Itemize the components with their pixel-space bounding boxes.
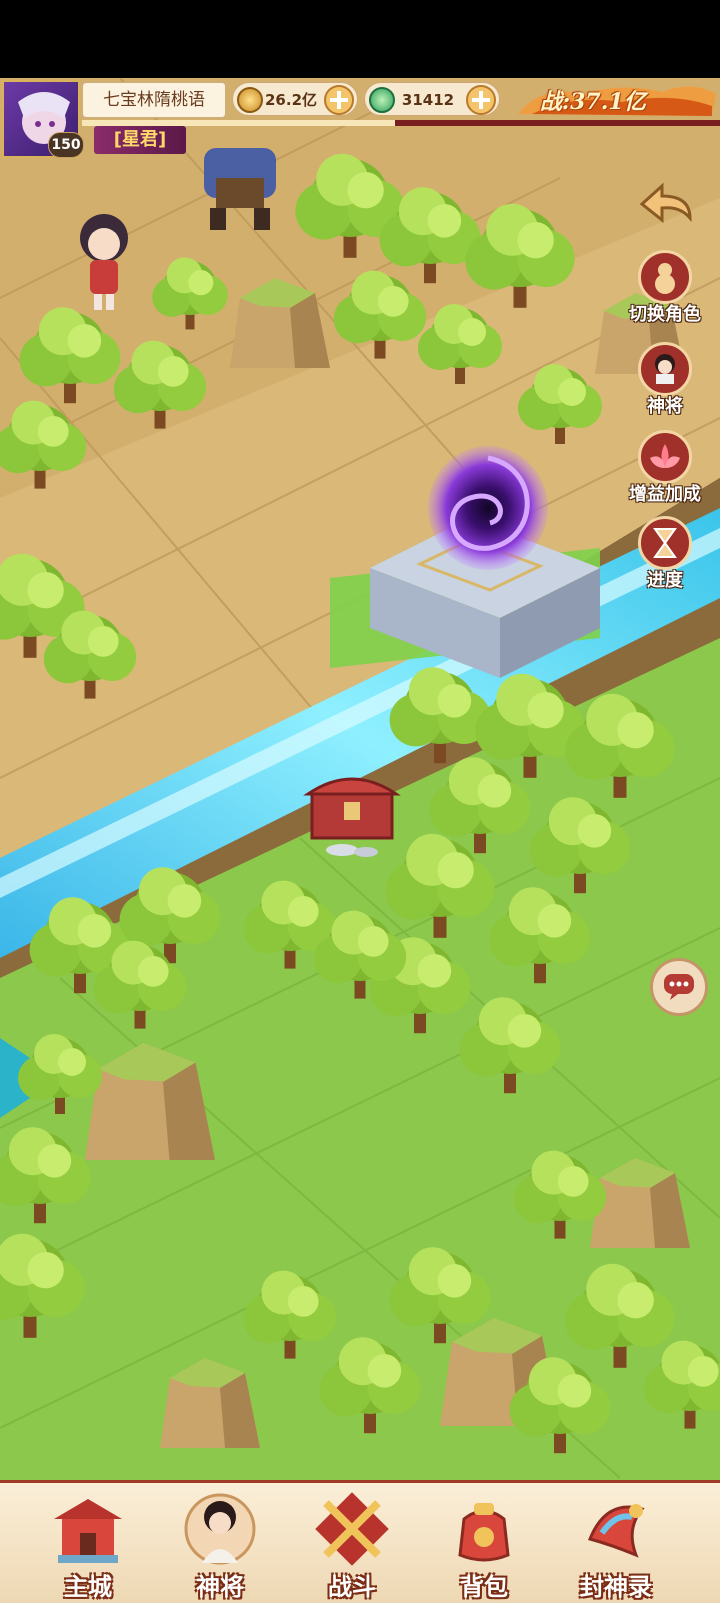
heroes-label: 神将 xyxy=(647,396,683,417)
chat-button[interactable] xyxy=(650,958,708,1016)
game-map[interactable] xyxy=(0,78,720,1480)
heroes-button[interactable]: 神将 xyxy=(620,342,710,418)
nav-main-city-label: 主城 xyxy=(64,1573,112,1601)
hero-portrait-icon xyxy=(638,342,692,396)
nav-heroes[interactable]: 神将 xyxy=(160,1487,280,1601)
player-level-badge: 150 xyxy=(48,132,84,158)
scroll-icon xyxy=(587,1504,645,1558)
jade-currency: 31412 xyxy=(364,82,500,116)
progress-button[interactable]: 进度 xyxy=(620,516,710,592)
buff-bonus-button[interactable]: 增益加成 xyxy=(620,430,710,506)
battle-power: 战:37.1亿 xyxy=(512,80,718,120)
crossed-swords-icon xyxy=(315,1492,389,1566)
jade-icon xyxy=(369,87,395,113)
player-name: 七宝林隋桃语 xyxy=(82,82,226,118)
jade-amount: 31412 xyxy=(401,91,455,109)
switch-role-button[interactable]: 切换角色 xyxy=(620,250,710,326)
lotus-icon xyxy=(638,430,692,484)
battle-power-value: 战:37.1亿 xyxy=(540,89,646,115)
status-bar xyxy=(0,0,720,78)
gourd-icon xyxy=(638,250,692,304)
progress-label: 进度 xyxy=(647,570,683,591)
copper-currency: 26.2亿 xyxy=(232,82,358,116)
add-jade-button[interactable] xyxy=(465,84,497,116)
copper-amount: 26.2亿 xyxy=(265,91,318,109)
switch-role-label: 切换角色 xyxy=(629,304,701,325)
rank-title: [星君] xyxy=(94,126,186,154)
nav-heroes-label: 神将 xyxy=(196,1573,244,1601)
back-arrow-button[interactable] xyxy=(634,178,696,234)
buff-bonus-label: 增益加成 xyxy=(629,484,701,505)
nav-battle[interactable]: 战斗 xyxy=(292,1487,412,1601)
bag-icon xyxy=(458,1503,510,1562)
nav-bag[interactable]: 背包 xyxy=(424,1487,544,1601)
nav-battle-label: 战斗 xyxy=(328,1573,376,1601)
nav-bag-label: 背包 xyxy=(460,1573,508,1601)
city-gate-icon xyxy=(54,1499,122,1563)
top-hud: 150 七宝林隋桃语 26.2亿 31412 战:37.1亿 [星君] xyxy=(0,78,720,160)
chat-bubble-icon xyxy=(664,974,694,1000)
nav-fengshen-record[interactable]: 封神录 xyxy=(556,1487,676,1601)
add-copper-button[interactable] xyxy=(323,84,355,116)
nav-fengshen-record-label: 封神录 xyxy=(580,1573,652,1601)
map-scene xyxy=(0,78,720,1480)
bottom-nav-bar: 主城 神将 战斗 背包 封神录 xyxy=(0,1480,720,1603)
hourglass-icon xyxy=(638,516,692,570)
hero-icon xyxy=(184,1493,256,1565)
nav-main-city[interactable]: 主城 xyxy=(28,1487,148,1601)
coin-icon xyxy=(237,87,263,113)
